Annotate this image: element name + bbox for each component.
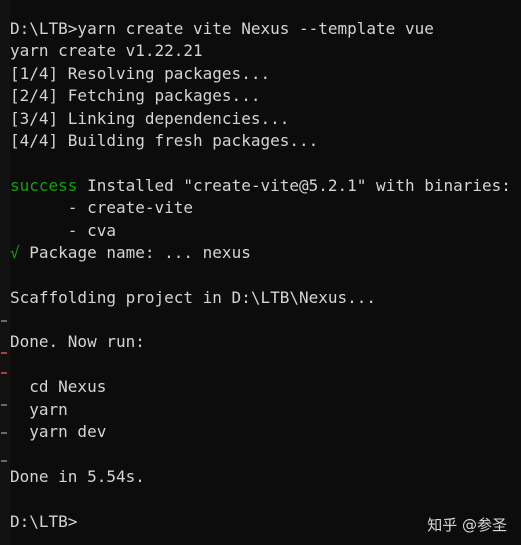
command-line: D:\LTB>yarn create vite Nexus --template… bbox=[10, 19, 434, 38]
output-line: Done. Now run: bbox=[10, 332, 145, 352]
gutter-marker bbox=[1, 320, 7, 322]
success-keyword: success bbox=[10, 175, 78, 195]
output-line: Done in 5.54s. bbox=[10, 466, 145, 486]
output-line: yarn bbox=[10, 399, 68, 419]
output-line: Scaffolding project in D:\LTB\Nexus... bbox=[10, 287, 377, 307]
gutter-marker-error bbox=[1, 352, 7, 354]
output-line: [1/4] Resolving packages... bbox=[10, 63, 271, 83]
gutter-marker bbox=[1, 404, 7, 406]
success-line: success Installed "create-vite@5.2.1" wi… bbox=[10, 175, 521, 197]
terminal-window[interactable]: D:\LTB>yarn create vite Nexus --template… bbox=[0, 0, 521, 545]
output-line: [3/4] Linking dependencies... bbox=[10, 108, 290, 128]
output-line: - cva bbox=[10, 220, 116, 240]
terminal-output: D:\LTB>yarn create vite Nexus --template… bbox=[10, 18, 521, 533]
output-line: yarn create v1.22.21 bbox=[10, 41, 203, 61]
output-line: cd Nexus bbox=[10, 377, 107, 397]
watermark: 知乎 @参圣 bbox=[427, 516, 507, 534]
prompt-text: Package name: ... nexus bbox=[19, 242, 251, 262]
gutter-marker bbox=[1, 460, 7, 462]
success-text: Installed "create-vite@5.2.1" with binar… bbox=[77, 175, 511, 195]
output-line: [4/4] Building fresh packages... bbox=[10, 130, 319, 150]
output-line: [2/4] Fetching packages... bbox=[10, 86, 261, 106]
gutter-marker bbox=[1, 432, 7, 434]
check-icon: √ bbox=[10, 242, 20, 262]
left-gutter bbox=[0, 0, 10, 545]
prompt-line: √ Package name: ... nexus bbox=[10, 242, 521, 264]
output-line: yarn dev bbox=[10, 422, 107, 442]
output-line: - create-vite bbox=[10, 198, 194, 218]
gutter-marker-error bbox=[1, 372, 7, 374]
